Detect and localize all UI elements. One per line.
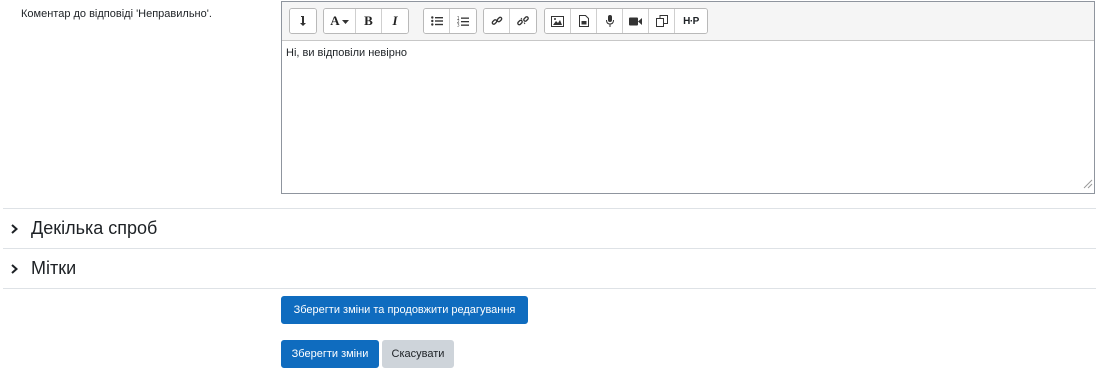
toggle-icon xyxy=(298,15,308,27)
bold-icon: B xyxy=(364,13,373,28)
link-icon xyxy=(491,15,503,27)
divider xyxy=(3,288,1096,289)
insert-image-button[interactable] xyxy=(545,9,571,33)
editor-content[interactable]: Ні, ви відповіли невірно xyxy=(282,41,1094,65)
italic-icon: I xyxy=(392,13,398,28)
chevron-right-icon xyxy=(11,223,21,235)
link-button[interactable] xyxy=(484,9,510,33)
cancel-button[interactable]: Скасувати xyxy=(382,340,454,368)
unlink-icon xyxy=(517,15,529,27)
video-icon xyxy=(629,17,642,26)
section-multiple-tries[interactable]: Декілька спроб xyxy=(3,208,1096,248)
h5p-icon: H·P xyxy=(683,15,699,27)
unordered-list-icon xyxy=(430,16,443,26)
toolbar-group-lists: 123 xyxy=(423,8,477,34)
feedback-label: Коментар до відповіді 'Неправильно'. xyxy=(21,8,212,20)
toggle-toolbar-button[interactable] xyxy=(290,9,316,33)
save-and-continue-button[interactable]: Зберегти зміни та продовжити редагування xyxy=(281,296,528,324)
insert-media-button[interactable] xyxy=(571,9,597,33)
toolbar-group-toggle xyxy=(289,8,317,34)
image-icon xyxy=(551,15,564,27)
record-video-button[interactable] xyxy=(623,9,649,33)
save-button[interactable]: Зберегти зміни xyxy=(281,340,379,368)
toolbar-group-links xyxy=(483,8,537,34)
italic-button[interactable]: I xyxy=(382,9,408,33)
insert-h5p-button[interactable]: H·P xyxy=(675,9,707,33)
unordered-list-button[interactable] xyxy=(424,9,450,33)
media-icon xyxy=(578,15,589,27)
font-style-icon: A xyxy=(330,13,349,29)
toolbar-group-text: A B I xyxy=(323,8,409,34)
unlink-button[interactable] xyxy=(510,9,536,33)
section-title: Мітки xyxy=(31,258,77,278)
ordered-list-button[interactable]: 123 xyxy=(450,9,476,33)
copy-icon xyxy=(655,15,668,27)
microphone-icon xyxy=(605,15,614,27)
resize-grip-icon[interactable] xyxy=(1083,179,1093,192)
ordered-list-icon: 123 xyxy=(457,16,469,27)
editor-toolbar: A B I 123 H·P xyxy=(282,2,1094,41)
font-style-button[interactable]: A xyxy=(324,9,356,33)
bold-button[interactable]: B xyxy=(356,9,382,33)
record-audio-button[interactable] xyxy=(597,9,623,33)
svg-text:3: 3 xyxy=(457,22,460,27)
text-editor[interactable]: A B I 123 H·P Ні, ви відповіли невірно xyxy=(281,1,1095,194)
section-tags[interactable]: Мітки xyxy=(3,248,1096,288)
manage-files-button[interactable] xyxy=(649,9,675,33)
chevron-right-icon xyxy=(11,263,21,275)
section-title: Декілька спроб xyxy=(31,218,158,238)
toolbar-group-media: H·P xyxy=(544,8,708,34)
